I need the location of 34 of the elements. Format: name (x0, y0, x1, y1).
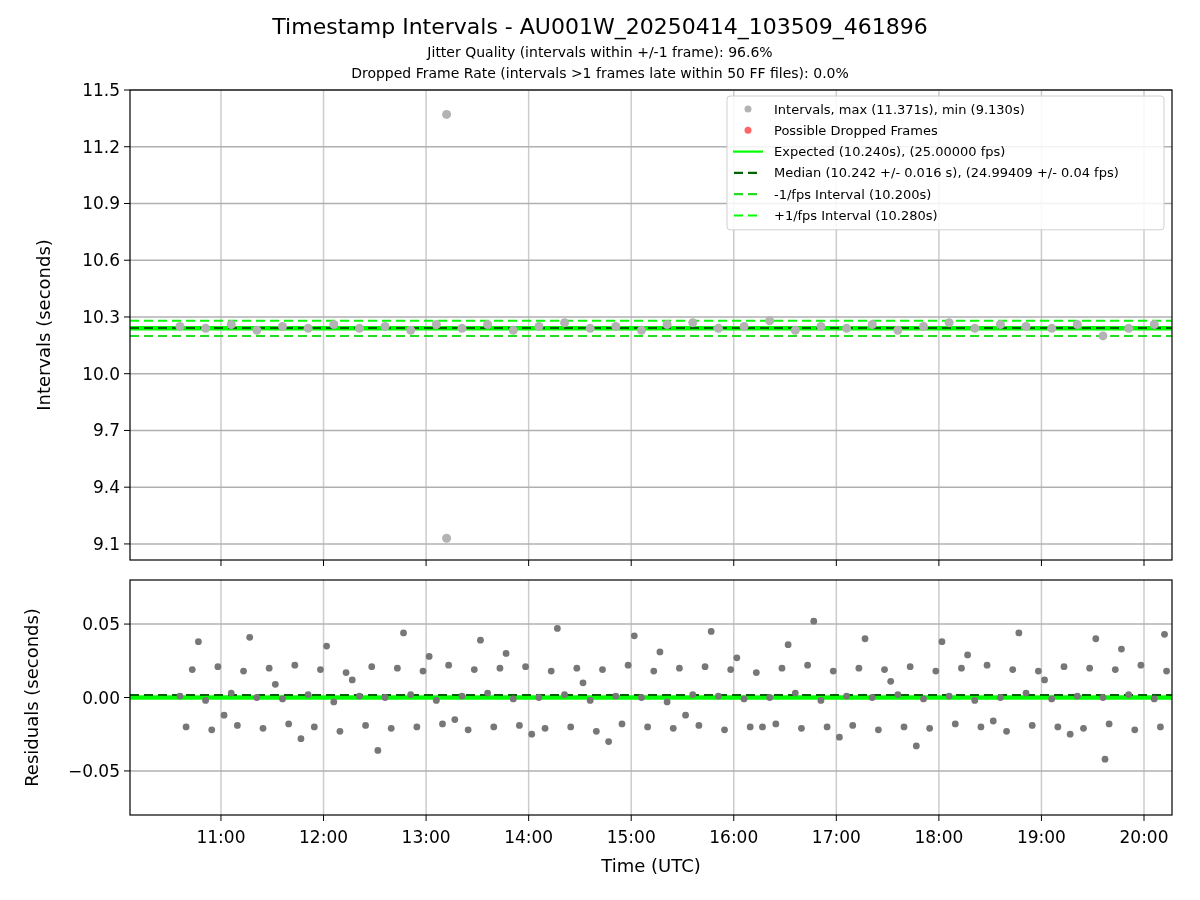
tick-label: 18:00 (914, 827, 964, 847)
axis-title: Time (UTC) (601, 855, 701, 876)
tick-label: 20:00 (1119, 827, 1169, 847)
legend-label: -1/fps Interval (10.200s) (774, 186, 932, 202)
legend-label: Expected (10.240s), (25.00000 fps) (774, 144, 1006, 160)
tick-label: 9.1 (92, 533, 120, 554)
tick-label: 10.9 (82, 193, 120, 214)
axis-title: Intervals (seconds) (33, 239, 54, 411)
figure-subtitle: Dropped Frame Rate (intervals >1 frames late within 50 FF files): 0.0% (351, 64, 849, 83)
legend-label: +1/fps Interval (10.280s) (774, 208, 938, 223)
tick-label: 10.3 (82, 306, 120, 327)
legend-label: Intervals, max (11.371s), min (9.130s) (774, 101, 1025, 117)
tick-label: 16:00 (709, 827, 759, 847)
tick-label: 0.05 (82, 614, 120, 635)
tick-label: 15:00 (606, 827, 656, 847)
tick-label: 11:00 (196, 827, 246, 847)
tick-label: 11.2 (82, 136, 120, 157)
tick-label: 10.0 (82, 363, 120, 384)
tick-label: 14:00 (504, 827, 554, 847)
legend-label: Possible Dropped Frames (774, 122, 938, 138)
tick-label: 10.6 (82, 250, 120, 271)
axis-title: Residuals (seconds) (21, 608, 42, 787)
tick-label: −0.05 (67, 760, 120, 781)
tick-label: 17:00 (811, 827, 861, 847)
tick-label: 19:00 (1016, 827, 1066, 847)
tick-label: 13:00 (401, 827, 451, 847)
legend-label: Median (10.242 +/- 0.016 s), (24.99409 +/- 0.04 fps) (774, 165, 1119, 181)
tick-label: 9.4 (92, 477, 120, 498)
tick-label: 12:00 (299, 827, 349, 847)
figure-title: Timestamp Intervals - AU001W_20250414_103509_461896 (272, 13, 928, 42)
tick-label: 11.5 (82, 80, 120, 100)
tick-label: 0.00 (82, 687, 120, 708)
tick-label: 9.7 (92, 420, 120, 441)
figure-subtitle: Jitter Quality (intervals within +/-1 frame): 96.6% (427, 43, 773, 62)
